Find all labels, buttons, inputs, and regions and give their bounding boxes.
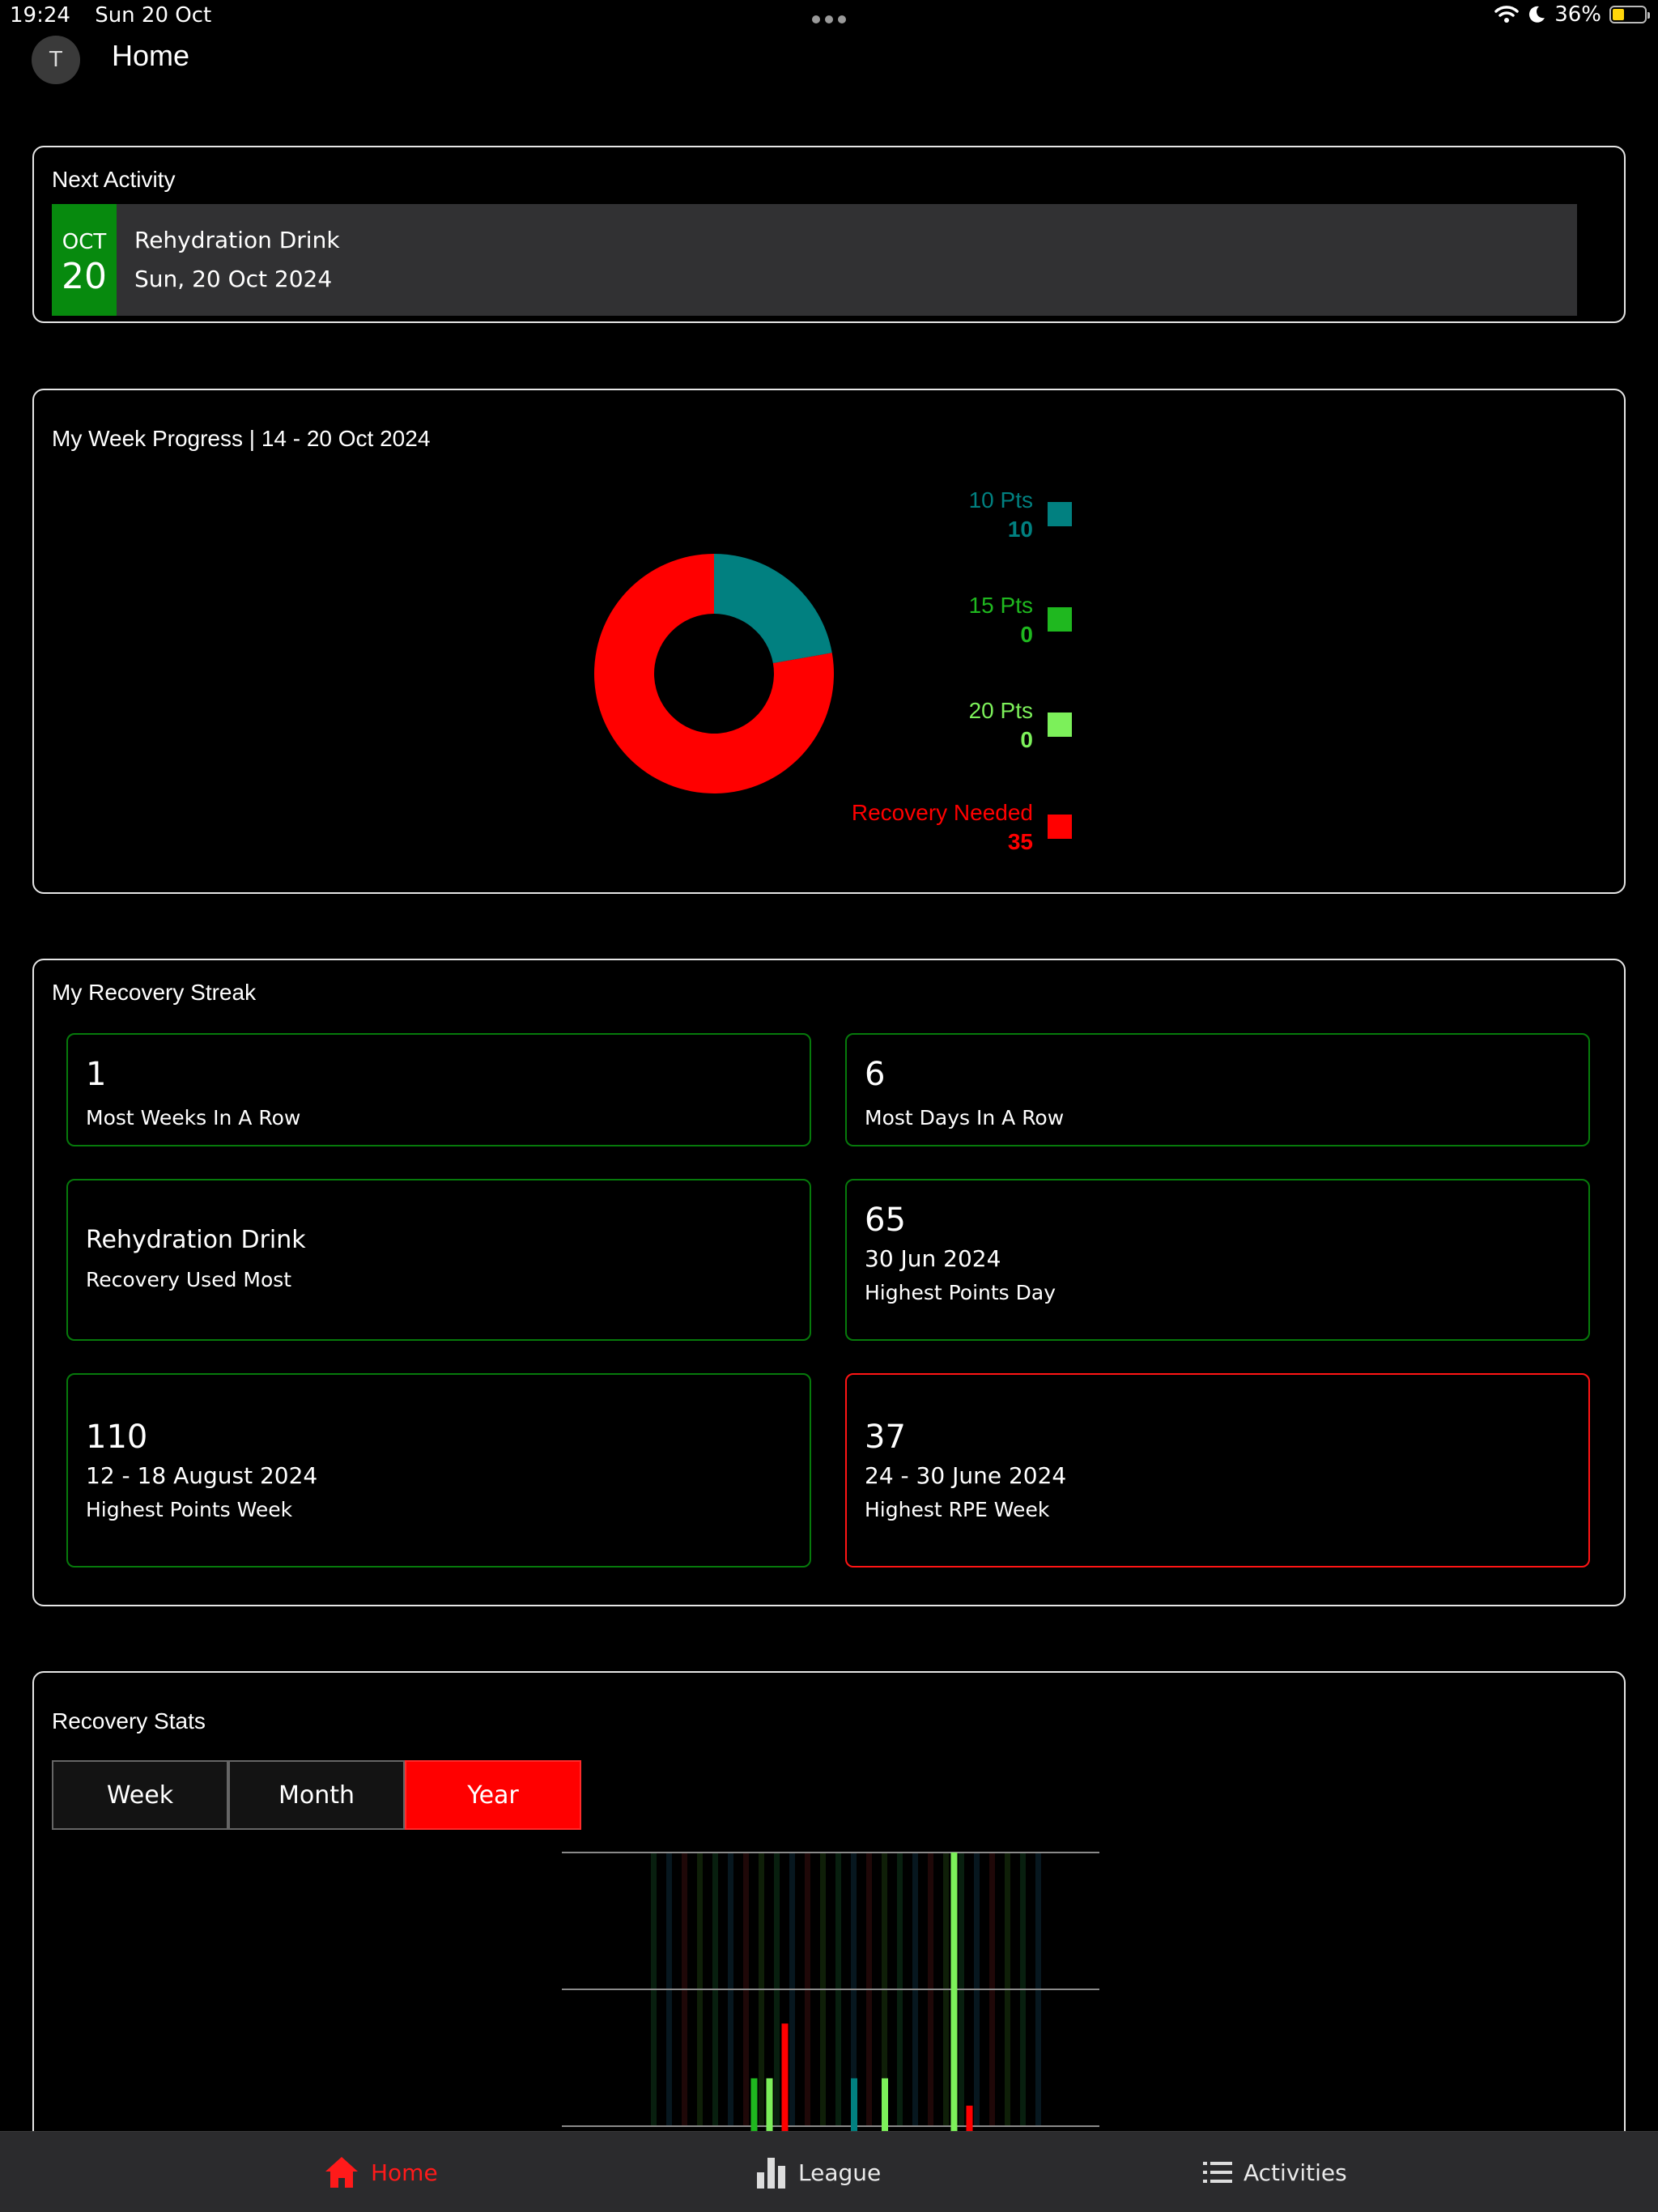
legend-swatch <box>1048 502 1072 526</box>
multitasking-dots-icon[interactable] <box>810 11 848 27</box>
legend-item: 20 Pts 0 <box>682 696 1033 755</box>
tab-home[interactable]: Home <box>324 2132 438 2212</box>
streak-tile-highest-day[interactable]: 65 30 Jun 2024 Highest Points Day <box>845 1179 1590 1341</box>
streak-label: Highest RPE Week <box>865 1498 1050 1521</box>
streak-label: Most Days In A Row <box>865 1106 1065 1129</box>
period-week-button[interactable]: Week <box>52 1760 228 1830</box>
recovery-stats-bar-chart <box>562 1852 1099 2141</box>
activity-name: Rehydration Drink <box>134 227 340 253</box>
period-year-button[interactable]: Year <box>405 1760 581 1830</box>
streak-tile-weeks[interactable]: 1 Most Weeks In A Row <box>66 1033 811 1146</box>
legend-swatch <box>1048 815 1072 839</box>
tab-league[interactable]: League <box>756 2132 881 2212</box>
streak-value: 37 <box>865 1419 906 1456</box>
streak-value: 110 <box>86 1419 148 1456</box>
streak-value: 1 <box>86 1056 107 1093</box>
legend-swatch <box>1048 607 1072 632</box>
streak-tile-highest-rpe[interactable]: 37 24 - 30 June 2024 Highest RPE Week <box>845 1373 1590 1568</box>
chart-bar <box>781 2023 789 2141</box>
streak-tile-recovery-used[interactable]: Rehydration Drink Recovery Used Most <box>66 1179 811 1341</box>
legend-item: 15 Pts 0 <box>682 591 1033 649</box>
legend-label: 20 Pts <box>968 698 1033 723</box>
bar-chart-icon <box>757 2158 785 2189</box>
recovery-streak-title: My Recovery Streak <box>52 980 257 1005</box>
chart-bar <box>950 1853 958 2141</box>
status-time: 19:24 <box>10 3 70 28</box>
legend-swatch <box>1048 713 1072 737</box>
legend-value: 10 <box>1007 517 1033 542</box>
tab-activities[interactable]: Activities <box>1203 2132 1347 2212</box>
page-title: Home <box>112 39 190 72</box>
tab-league-label: League <box>798 2159 882 2186</box>
streak-value: 65 <box>865 1202 906 1239</box>
streak-value: 6 <box>865 1056 886 1093</box>
activity-date-badge: OCT 20 <box>52 204 117 316</box>
legend-value: 0 <box>1020 622 1033 647</box>
activity-day: 20 <box>62 256 107 297</box>
wifi-icon <box>1494 6 1519 23</box>
legend-label: Recovery Needed <box>851 800 1033 825</box>
next-activity-card: Next Activity OCT 20 Rehydration Drink S… <box>32 146 1626 323</box>
streak-sub: 30 Jun 2024 <box>865 1245 1001 1272</box>
streak-label: Recovery Used Most <box>86 1268 292 1291</box>
tab-bar: Home League Activities <box>0 2131 1658 2212</box>
tab-home-label: Home <box>371 2159 438 2186</box>
streak-tile-days[interactable]: 6 Most Days In A Row <box>845 1033 1590 1146</box>
avatar[interactable]: T <box>32 36 80 84</box>
legend-label: 10 Pts <box>968 487 1033 513</box>
streak-label: Highest Points Day <box>865 1281 1056 1304</box>
legend-item: 10 Pts 10 <box>682 486 1033 544</box>
activity-date: Sun, 20 Oct 2024 <box>134 266 333 292</box>
period-month-button[interactable]: Month <box>228 1760 405 1830</box>
streak-tile-highest-week[interactable]: 110 12 - 18 August 2024 Highest Points W… <box>66 1373 811 1568</box>
week-progress-legend: 10 Pts 10 15 Pts 0 20 Pts 0 Recovery Needed 35 <box>34 390 1627 895</box>
next-activity-item[interactable]: OCT 20 Rehydration Drink Sun, 20 Oct 202… <box>52 204 1577 316</box>
streak-label: Highest Points Week <box>86 1498 293 1521</box>
legend-value: 0 <box>1020 727 1033 752</box>
streak-sub: 24 - 30 June 2024 <box>865 1462 1067 1489</box>
streak-sub: 12 - 18 August 2024 <box>86 1462 318 1489</box>
next-activity-title: Next Activity <box>52 167 176 192</box>
tab-activities-label: Activities <box>1244 2159 1347 2186</box>
streak-value: Rehydration Drink <box>86 1226 306 1254</box>
streak-label: Most Weeks In A Row <box>86 1106 301 1129</box>
legend-value: 35 <box>1007 829 1033 854</box>
legend-item: Recovery Needed 35 <box>682 798 1033 857</box>
list-icon <box>1203 2162 1232 2183</box>
recovery-stats-title: Recovery Stats <box>52 1708 206 1733</box>
recovery-streak-card: My Recovery Streak 1 Most Weeks In A Row… <box>32 959 1626 1606</box>
battery-icon <box>1609 6 1650 23</box>
status-date: Sun 20 Oct <box>95 3 212 28</box>
activity-month: OCT <box>62 230 107 254</box>
status-bar: 19:24 Sun 20 Oct 36% <box>0 0 1658 32</box>
battery-percent: 36% <box>1554 2 1601 27</box>
house-icon <box>325 2157 358 2188</box>
moon-icon <box>1529 6 1545 23</box>
week-progress-card: My Week Progress | 14 - 20 Oct 2024 10 P… <box>32 389 1626 894</box>
legend-label: 15 Pts <box>968 593 1033 618</box>
